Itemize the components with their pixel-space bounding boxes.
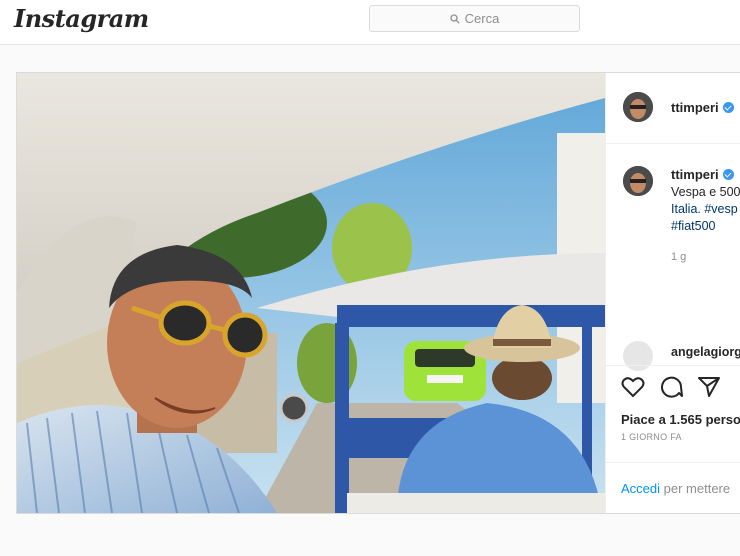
login-prompt: Accedi per mettere [621, 481, 730, 496]
heart-icon[interactable] [621, 376, 645, 398]
comment-footer: Accedi per mettere [606, 462, 740, 514]
caption-avatar[interactable] [623, 166, 653, 196]
post-date: 1 GIORNO FA [621, 432, 682, 442]
caption-username-text: ttimperi [671, 167, 719, 182]
login-prompt-text: per mettere [660, 481, 731, 496]
post-actions: Piace a 1.565 perso 1 GIORNO FA [606, 365, 740, 446]
post-image [17, 73, 605, 513]
search-icon [450, 13, 460, 24]
caption-line-hashtag[interactable]: Italia. #vesp [671, 201, 740, 218]
post-caption: Vespa e 500 Italia. #vesp #fiat500 [671, 184, 740, 235]
likes-count[interactable]: Piace a 1.565 perso [621, 412, 740, 427]
search-input[interactable]: Cerca [369, 5, 580, 32]
share-icon[interactable] [697, 376, 721, 398]
author-username-text: ttimperi [671, 100, 719, 115]
post-photo[interactable] [17, 73, 605, 513]
post-header: ttimperi [606, 73, 740, 144]
comment-icon[interactable] [659, 376, 683, 398]
avatar-image [623, 166, 653, 196]
search-placeholder: Cerca [464, 11, 500, 26]
verified-badge-icon [722, 169, 734, 180]
action-icons [621, 376, 721, 398]
caption-line: Vespa e 500 [671, 185, 740, 199]
avatar-image [623, 92, 653, 122]
instagram-logo[interactable]: Instagram [14, 4, 149, 33]
caption-username[interactable]: ttimperi [671, 167, 734, 182]
post-card: ttimperi ttimperi Vespa e 500 Italia. #v… [16, 72, 740, 514]
verified-badge-icon [722, 102, 734, 113]
commenter-username[interactable]: angelagiorg [671, 345, 740, 359]
login-link[interactable]: Accedi [621, 481, 660, 496]
caption-timestamp: 1 g [671, 251, 687, 263]
post-sidebar: ttimperi ttimperi Vespa e 500 Italia. #v… [605, 73, 740, 513]
author-username[interactable]: ttimperi [671, 100, 734, 115]
caption-line-hashtag[interactable]: #fiat500 [671, 218, 740, 235]
author-avatar[interactable] [623, 92, 653, 122]
top-navigation-bar: Instagram Cerca [0, 0, 740, 45]
